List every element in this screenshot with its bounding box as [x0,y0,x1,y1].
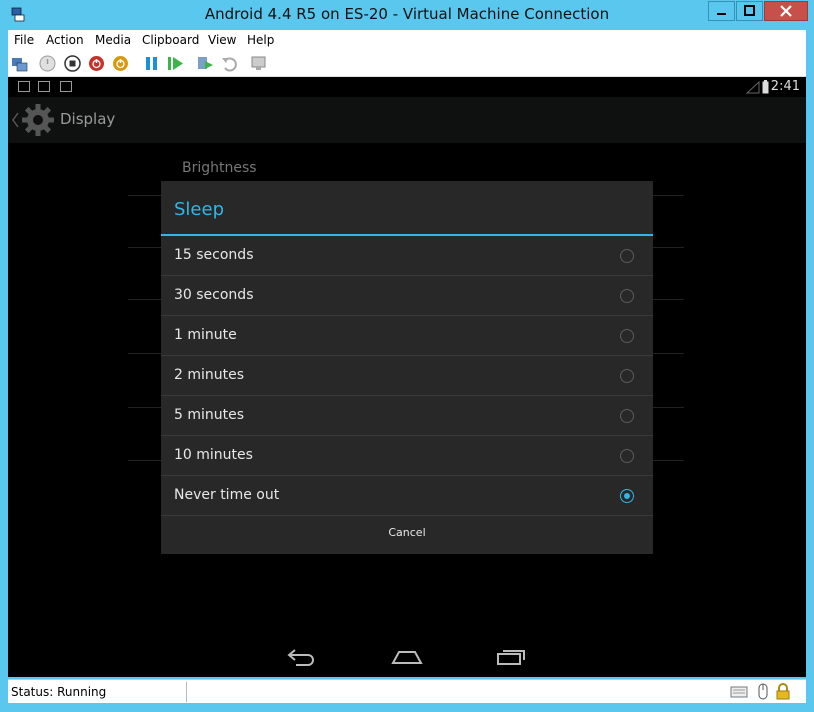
background-brightness-item: Brightness [182,160,257,176]
option-1-minute[interactable]: 1 minute [161,316,653,356]
cancel-button[interactable]: Cancel [161,516,653,554]
option-15-seconds[interactable]: 15 seconds [161,236,653,276]
maximize-icon [744,5,755,16]
radio-button[interactable] [620,329,634,343]
title-bar[interactable]: Android 4.4 R5 on ES-20 - Virtual Machin… [0,0,814,30]
option-label: Never time out [174,487,280,503]
recent-apps-icon[interactable] [496,647,528,667]
camera-notification-icon [60,81,72,92]
menu-bar: File Action Media Clipboard View Help [8,30,806,50]
checkpoint-icon[interactable] [197,55,214,72]
lock-icon [776,683,790,700]
radio-button[interactable] [620,409,634,423]
screenshot-notification-icon [18,81,30,92]
option-label: 1 minute [174,327,237,343]
back-icon[interactable] [286,647,318,667]
revert-icon[interactable] [221,55,238,72]
radio-button[interactable] [620,289,634,303]
signal-icon [746,81,760,94]
radio-button[interactable] [620,249,634,263]
enhanced-session-icon[interactable] [250,55,267,72]
option-label: 30 seconds [174,287,254,303]
option-2-minutes[interactable]: 2 minutes [161,356,653,396]
option-10-minutes[interactable]: 10 minutes [161,436,653,476]
menu-action[interactable]: Action [46,33,84,47]
option-label: 5 minutes [174,407,245,423]
vm-screen[interactable]: 2:41 Display Brightness Sleep 15 seconds… [8,77,806,677]
radio-button[interactable] [620,449,634,463]
maximize-button[interactable] [736,1,763,21]
radio-button-selected[interactable] [620,489,634,503]
option-label: 15 seconds [174,247,254,263]
radio-button[interactable] [620,369,634,383]
option-never-time-out[interactable]: Never time out [161,476,653,516]
shutdown-icon[interactable] [88,55,105,72]
option-30-seconds[interactable]: 30 seconds [161,276,653,316]
settings-gear-icon[interactable] [20,102,56,138]
turn-off-icon[interactable] [64,55,81,72]
start-icon[interactable] [39,55,56,72]
android-nav-bar [8,637,806,677]
minimize-icon [717,13,726,15]
home-icon[interactable] [391,647,423,667]
status-text: Status: Running [11,685,107,699]
android-status-bar: 2:41 [8,77,806,97]
pause-icon[interactable] [143,55,160,72]
window-title: Android 4.4 R5 on ES-20 - Virtual Machin… [204,5,610,23]
actionbar-title: Display [60,110,116,128]
menu-help[interactable]: Help [247,33,274,47]
menu-clipboard[interactable]: Clipboard [142,33,199,47]
close-button[interactable] [764,1,808,21]
window-status-bar: Status: Running [8,679,806,703]
vm-connection-window: Android 4.4 R5 on ES-20 - Virtual Machin… [0,0,814,712]
dialog-title: Sleep [174,199,225,220]
toolbar [8,50,806,77]
option-label: 2 minutes [174,367,245,383]
android-clock: 2:41 [770,79,800,94]
image-notification-icon [38,81,50,92]
android-action-bar: Display [8,97,806,143]
ctrl-alt-del-icon[interactable] [11,55,28,72]
minimize-button[interactable] [708,1,735,21]
resume-icon[interactable] [167,55,184,72]
back-chevron-icon[interactable] [10,111,20,129]
menu-file[interactable]: File [14,33,34,47]
option-5-minutes[interactable]: 5 minutes [161,396,653,436]
menu-view[interactable]: View [208,33,236,47]
save-icon[interactable] [112,55,129,72]
close-icon [780,5,792,17]
battery-icon [762,80,769,94]
mouse-icon [758,683,768,700]
menu-media[interactable]: Media [95,33,131,47]
keyboard-icon [730,686,748,698]
sleep-dialog: Sleep 15 seconds 30 seconds 1 minute 2 m… [161,181,653,554]
status-separator [186,682,187,702]
option-label: 10 minutes [174,447,253,463]
